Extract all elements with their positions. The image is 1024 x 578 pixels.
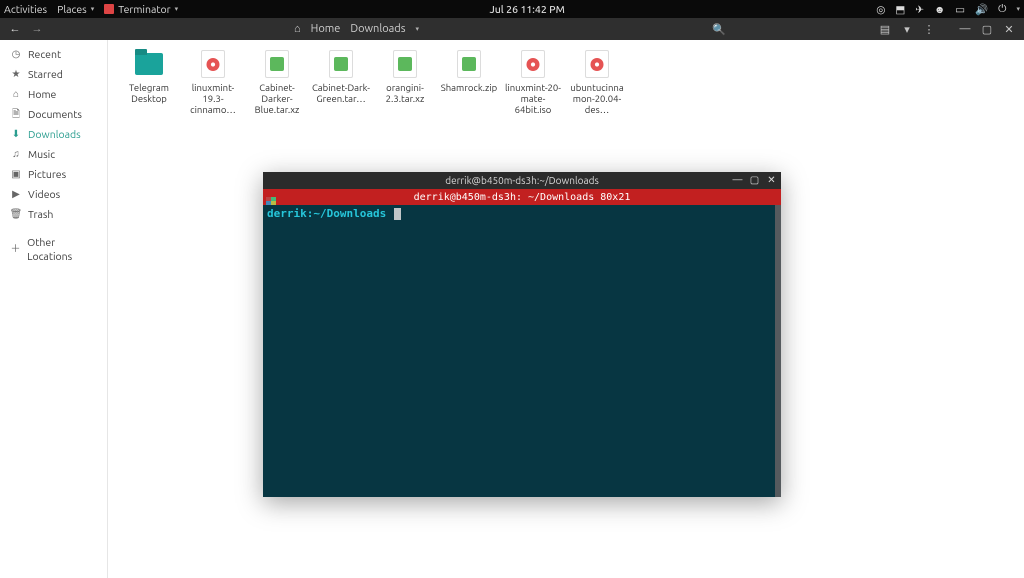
terminal-cursor	[394, 208, 401, 220]
download-icon: ⬇	[10, 127, 22, 141]
maximize-window[interactable]: ▢	[978, 20, 996, 38]
gnome-topbar: Activities Places▾ Terminator▾ Jul 26 11…	[0, 0, 1024, 18]
forward-button[interactable]: →	[28, 20, 46, 38]
archive-icon	[258, 48, 296, 80]
obs-icon[interactable]: ◎	[876, 3, 885, 16]
videos-icon: ▶	[10, 187, 22, 201]
file-item[interactable]: Telegram Desktop	[118, 48, 180, 115]
terminal-tabbar[interactable]: derrik@b450m-ds3h: ~/Downloads 80x21	[263, 189, 781, 205]
file-manager-header: ← → ⌂ Home Downloads ▾ 🔍 ▤ ▾ ⋮ — ▢ ✕	[0, 18, 1024, 40]
file-label: ubuntucinnamon-20.04-des…	[567, 82, 627, 115]
documents-icon: 🗎	[10, 107, 22, 121]
terminal-close[interactable]: ✕	[764, 172, 779, 187]
trash-icon: 🗑	[10, 207, 22, 221]
sidebar-item-documents[interactable]: 🗎 Documents	[0, 104, 107, 124]
home-icon: ⌂	[10, 87, 22, 101]
clock[interactable]: Jul 26 11:42 PM	[178, 3, 876, 15]
sidebar-item-other-locations[interactable]: ＋ Other Locations	[0, 232, 107, 266]
disc-icon	[194, 48, 232, 80]
file-label: Shamrock.zip	[441, 82, 497, 93]
sidebar-item-starred[interactable]: ★ Starred	[0, 64, 107, 84]
disc-icon	[514, 48, 552, 80]
star-icon: ★	[10, 67, 22, 81]
home-icon: ⌂	[294, 23, 301, 35]
file-item[interactable]: linuxmint-19.3-cinnamo…	[182, 48, 244, 115]
view-toggle-button[interactable]: ▤	[876, 20, 894, 38]
plus-icon: ＋	[10, 242, 21, 256]
file-item[interactable]: orangini-2.3.tar.xz	[374, 48, 436, 115]
file-item[interactable]: Shamrock.zip	[438, 48, 500, 115]
terminal-window: derrik@b450m-ds3h:~/Downloads — ▢ ✕ derr…	[263, 172, 781, 497]
sidebar-item-trash[interactable]: 🗑 Trash	[0, 204, 107, 224]
file-item[interactable]: linuxmint-20-mate-64bit.iso	[502, 48, 564, 115]
sidebar-item-videos[interactable]: ▶ Videos	[0, 184, 107, 204]
workspace-icon[interactable]: ▭	[955, 3, 965, 16]
file-label: orangini-2.3.tar.xz	[375, 82, 435, 104]
view-caret[interactable]: ▾	[898, 20, 916, 38]
disc-icon	[578, 48, 616, 80]
sidebar-item-music[interactable]: ♫ Music	[0, 144, 107, 164]
breadcrumb-home[interactable]: Home	[311, 23, 341, 35]
pictures-icon: ▣	[10, 167, 22, 181]
sidebar-item-downloads[interactable]: ⬇ Downloads	[0, 124, 107, 144]
dropbox-icon[interactable]: ⬒	[895, 3, 905, 16]
file-label: Cabinet-Darker-Blue.tar.xz	[247, 82, 307, 115]
breadcrumb: ⌂ Home Downloads ▾	[294, 23, 419, 35]
terminal-maximize[interactable]: ▢	[747, 172, 762, 187]
terminal-titlebar[interactable]: derrik@b450m-ds3h:~/Downloads — ▢ ✕	[263, 172, 781, 189]
terminal-tab-label: derrik@b450m-ds3h: ~/Downloads 80x21	[414, 192, 631, 203]
back-button[interactable]: ←	[6, 20, 24, 38]
close-window[interactable]: ✕	[1000, 20, 1018, 38]
music-icon: ♫	[10, 147, 22, 161]
clock-icon: ◷	[10, 47, 22, 61]
power-icon[interactable]: ⏻	[998, 2, 1006, 16]
app-menu[interactable]: Terminator▾	[104, 3, 178, 15]
sidebar: ◷ Recent ★ Starred ⌂ Home 🗎 Documents ⬇ …	[0, 40, 108, 578]
archive-icon	[386, 48, 424, 80]
file-label: linuxmint-20-mate-64bit.iso	[503, 82, 563, 115]
terminal-content[interactable]: derrik:~/Downloads	[263, 205, 781, 497]
folder-icon	[130, 48, 168, 80]
sidebar-item-recent[interactable]: ◷ Recent	[0, 44, 107, 64]
hamburger-menu[interactable]: ⋮	[920, 20, 938, 38]
terminal-prompt-path: ~/Downloads	[313, 207, 386, 220]
breadcrumb-current[interactable]: Downloads	[350, 23, 405, 35]
file-item[interactable]: Cabinet-Dark-Green.tar…	[310, 48, 372, 115]
file-label: Cabinet-Dark-Green.tar…	[311, 82, 371, 104]
file-item[interactable]: ubuntucinnamon-20.04-des…	[566, 48, 628, 115]
breadcrumb-caret-icon[interactable]: ▾	[416, 25, 420, 33]
search-button[interactable]: 🔍	[710, 20, 728, 38]
archive-icon	[450, 48, 488, 80]
minimize-window[interactable]: —	[956, 20, 974, 38]
terminal-minimize[interactable]: —	[730, 172, 745, 187]
discord-tray-icon[interactable]: ☻	[934, 3, 945, 16]
terminal-title: derrik@b450m-ds3h:~/Downloads	[445, 175, 599, 186]
sidebar-item-pictures[interactable]: ▣ Pictures	[0, 164, 107, 184]
terminator-icon	[104, 4, 114, 14]
file-item[interactable]: Cabinet-Darker-Blue.tar.xz	[246, 48, 308, 115]
archive-icon	[322, 48, 360, 80]
volume-icon[interactable]: 🔊	[975, 3, 988, 16]
terminal-prompt-user: derrik:	[267, 207, 313, 220]
sidebar-item-home[interactable]: ⌂ Home	[0, 84, 107, 104]
terminal-tab-icon	[266, 197, 276, 205]
places-menu[interactable]: Places▾	[57, 3, 94, 15]
activities-button[interactable]: Activities	[4, 3, 47, 15]
telegram-tray-icon[interactable]: ✈	[915, 3, 924, 16]
file-label: Telegram Desktop	[119, 82, 179, 104]
file-label: linuxmint-19.3-cinnamo…	[183, 82, 243, 115]
